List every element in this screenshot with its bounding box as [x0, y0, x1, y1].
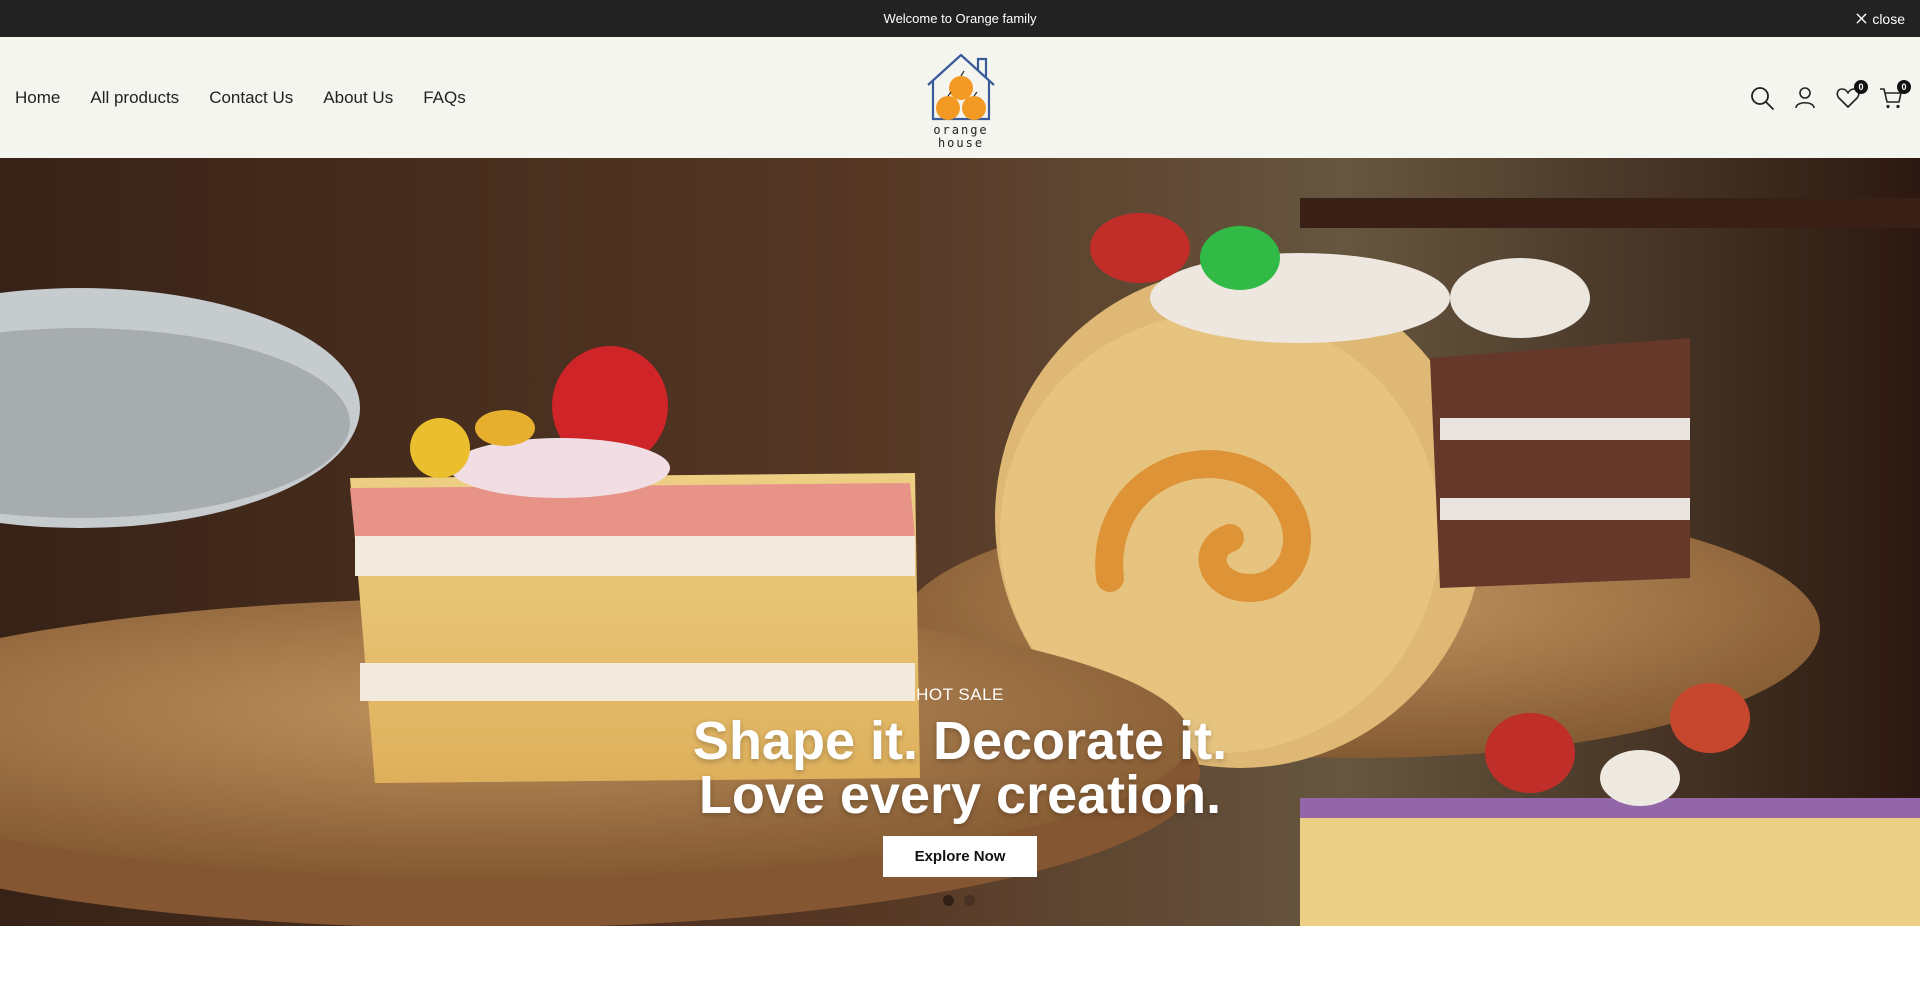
hero-title: Shape it. Decorate it. Love every creati… — [0, 714, 1920, 822]
announcement-close-button[interactable]: close — [1856, 0, 1905, 37]
wishlist-button[interactable]: 0 — [1835, 79, 1868, 111]
close-icon — [1856, 13, 1867, 24]
nav-all-products[interactable]: All products — [90, 88, 179, 108]
nav-home[interactable]: Home — [15, 88, 60, 108]
announcement-text: Welcome to Orange family — [883, 11, 1037, 26]
site-header: Home All products Contact Us About Us FA… — [0, 37, 1920, 158]
account-button[interactable] — [1792, 85, 1818, 111]
explore-now-button[interactable]: Explore Now — [883, 836, 1037, 877]
logo-text-line1: orange — [933, 123, 988, 137]
cart-count-badge: 0 — [1897, 79, 1911, 94]
hero-caption: HOT SALE Shape it. Decorate it. Love eve… — [0, 158, 1920, 926]
close-label: close — [1872, 10, 1905, 27]
main-nav: Home All products Contact Us About Us FA… — [15, 37, 466, 158]
orange-house-logo[interactable]: orange house — [920, 47, 1002, 151]
next-section — [0, 926, 1920, 993]
user-icon — [1795, 86, 1815, 108]
cart-button[interactable]: 0 — [1878, 79, 1911, 111]
wishlist-count-badge: 0 — [1854, 79, 1868, 94]
header-icons: 0 0 — [1749, 37, 1911, 158]
logo-text-line2: house — [938, 136, 984, 150]
announcement-bar: Welcome to Orange family close — [0, 0, 1920, 37]
nav-contact-us[interactable]: Contact Us — [209, 88, 293, 108]
nav-faqs[interactable]: FAQs — [423, 88, 466, 108]
search-icon — [1751, 86, 1774, 110]
slide-dots — [943, 895, 975, 906]
hero-title-line1: Shape it. Decorate it. — [692, 711, 1228, 771]
slide-dot-2[interactable] — [964, 895, 975, 906]
hero-subtitle: HOT SALE — [916, 685, 1004, 704]
search-button[interactable] — [1749, 85, 1775, 111]
hero-slideshow: HOT SALE Shape it. Decorate it. Love eve… — [0, 158, 1920, 926]
slide-dot-1[interactable] — [943, 895, 954, 906]
hero-title-line2: Love every creation. — [698, 765, 1222, 825]
nav-about-us[interactable]: About Us — [323, 88, 393, 108]
